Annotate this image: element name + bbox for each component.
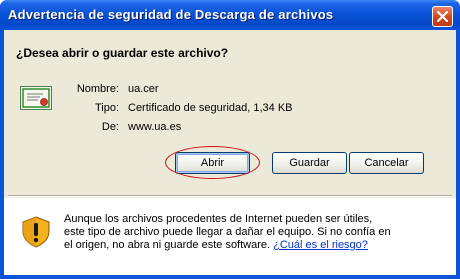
warning-text: Aunque los archivos procedentes de Inter… — [64, 213, 394, 252]
file-name: ua.cer — [128, 83, 159, 95]
file-source: www.ua.es — [128, 121, 182, 133]
risk-link[interactable]: ¿Cuál es el riesgo? — [273, 239, 368, 251]
cancel-button[interactable]: Cancelar — [349, 152, 424, 174]
dialog-body: ¿Desea abrir o guardar este archivo? Nom… — [4, 30, 456, 275]
save-button[interactable]: Guardar — [272, 152, 347, 174]
from-label: De: — [101, 121, 119, 133]
warning-panel: Aunque los archivos procedentes de Inter… — [4, 198, 456, 275]
type-label: Tipo: — [94, 102, 119, 114]
open-button[interactable]: Abrir — [175, 152, 250, 174]
window-title: Advertencia de seguridad de Descarga de … — [8, 7, 334, 22]
file-type: Certificado de seguridad, 1,34 KB — [128, 102, 293, 114]
title-bar[interactable]: Advertencia de seguridad de Descarga de … — [0, 0, 460, 30]
security-warning-dialog: Advertencia de seguridad de Descarga de … — [0, 0, 460, 279]
close-button[interactable] — [432, 6, 453, 27]
shield-warning-icon — [22, 216, 50, 248]
name-label: Nombre: — [76, 83, 119, 95]
dialog-question: ¿Desea abrir o guardar este archivo? — [16, 46, 229, 60]
divider — [8, 195, 452, 197]
close-icon — [437, 11, 448, 22]
